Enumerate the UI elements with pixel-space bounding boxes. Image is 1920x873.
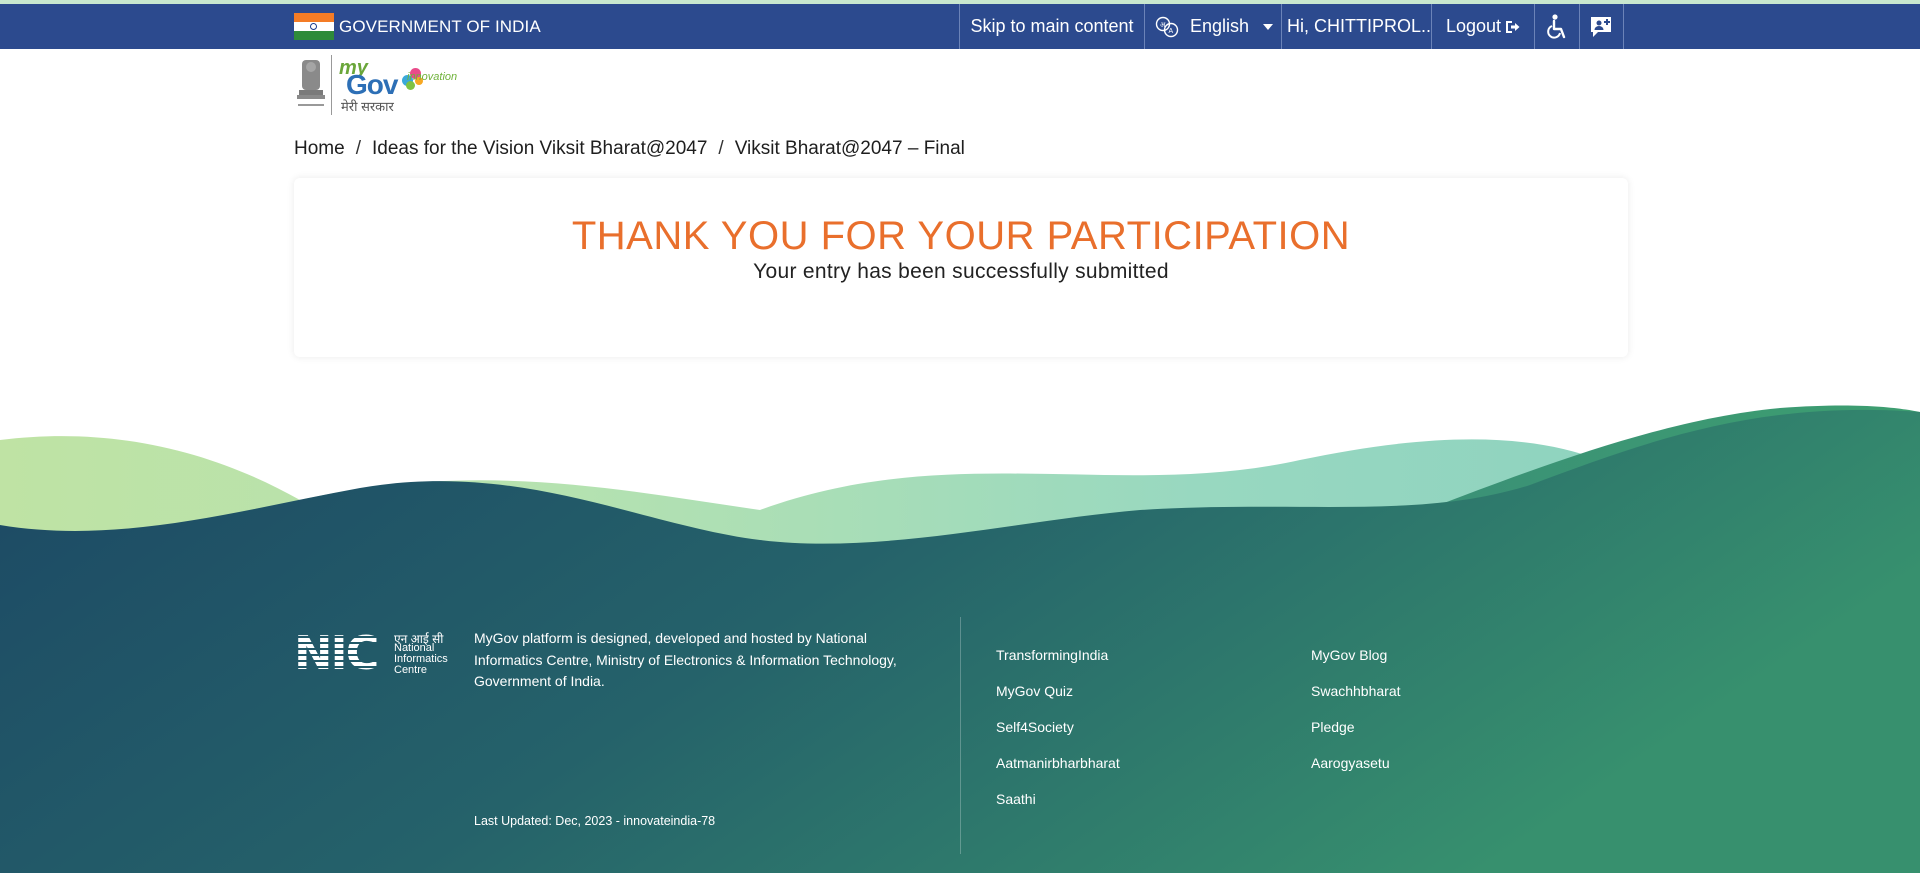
footer-link-aatmanirbharbharat[interactable]: Aatmanirbharbharat: [996, 755, 1120, 791]
footer-link-mygov-blog[interactable]: MyGov Blog: [1311, 647, 1401, 683]
chevron-down-icon: [1263, 23, 1274, 30]
skip-to-main-link[interactable]: Skip to main content: [959, 4, 1144, 49]
gov-title: GOVERNMENT OF INDIA: [339, 16, 541, 36]
footer-divider: [960, 617, 961, 854]
government-bar: GOVERNMENT OF INDIA Skip to main content…: [0, 4, 1920, 49]
nic-logo-text: NIC: [294, 626, 379, 680]
breadcrumb-home[interactable]: Home: [294, 138, 345, 160]
footer-links-column-2: MyGov Blog Swachhbharat Pledge Aarogyase…: [1311, 647, 1401, 791]
footer-link-mygov-quiz[interactable]: MyGov Quiz: [996, 683, 1120, 719]
language-label: English: [1190, 16, 1250, 36]
accessibility-button[interactable]: [1534, 4, 1579, 49]
india-flag-icon: [294, 13, 334, 40]
footer-link-aarogyasetu[interactable]: Aarogyasetu: [1311, 755, 1401, 791]
breadcrumb: Home / Ideas for the Vision Viksit Bhara…: [294, 136, 965, 162]
translate-icon: अ A: [1155, 16, 1179, 37]
logo-innovation-text: innovation: [407, 71, 458, 83]
footer-link-saathi[interactable]: Saathi: [996, 791, 1120, 827]
breadcrumb-ideas[interactable]: Ideas for the Vision Viksit Bharat@2047: [372, 138, 707, 160]
footer: NIC एन आई सी National Informatics Centre…: [0, 600, 1920, 873]
logo-hindi-text: मेरी सरकार: [341, 99, 394, 114]
gov-branding: GOVERNMENT OF INDIA: [294, 4, 541, 49]
mygov-logo[interactable]: my Gov मेरी सरकार innovation: [294, 54, 474, 116]
feedback-icon: [1590, 16, 1611, 37]
svg-text:अ: अ: [1160, 22, 1166, 29]
nic-logo[interactable]: NIC एन आई सी National Informatics Centre: [294, 626, 458, 680]
confirmation-card: THANK YOU FOR YOUR PARTICIPATION Your en…: [294, 178, 1628, 357]
national-emblem-icon: [297, 60, 325, 106]
gov-bar-actions: Skip to main content अ A English Hi, CHI…: [959, 4, 1624, 49]
logo-divider: [331, 55, 332, 115]
nic-name-text: National Informatics Centre: [394, 642, 448, 676]
breadcrumb-current: Viksit Bharat@2047 – Final: [734, 138, 965, 159]
footer-links-column-1: TransformingIndia MyGov Quiz Self4Societ…: [996, 647, 1120, 827]
thank-you-heading: THANK YOU FOR YOUR PARTICIPATION: [571, 214, 1351, 258]
svg-text:A: A: [1169, 28, 1174, 35]
logout-button[interactable]: Logout: [1431, 4, 1534, 49]
feedback-button[interactable]: [1579, 4, 1624, 49]
footer-link-pledge[interactable]: Pledge: [1311, 719, 1401, 755]
mygov-innovation-logo: my Gov मेरी सरकार innovation: [339, 55, 474, 115]
footer-link-self4society[interactable]: Self4Society: [996, 719, 1120, 755]
footer-link-swachhbharat[interactable]: Swachhbharat: [1311, 683, 1401, 719]
submission-message: Your entry has been successfully submitt…: [753, 260, 1169, 283]
logout-icon: [1506, 20, 1520, 33]
breadcrumb-separator: /: [718, 138, 724, 159]
user-greeting[interactable]: Hi, CHITTIPROL...: [1281, 4, 1431, 49]
accessibility-icon: [1547, 13, 1566, 39]
footer-about-text: MyGov platform is designed, developed an…: [474, 630, 897, 689]
logout-label: Logout: [1446, 16, 1502, 36]
language-selector[interactable]: अ A English: [1144, 4, 1281, 49]
breadcrumb-separator: /: [355, 138, 361, 159]
last-updated: Last Updated: Dec, 2023 - innovateindia-…: [474, 814, 716, 828]
footer-link-transformingindia[interactable]: TransformingIndia: [996, 647, 1120, 683]
